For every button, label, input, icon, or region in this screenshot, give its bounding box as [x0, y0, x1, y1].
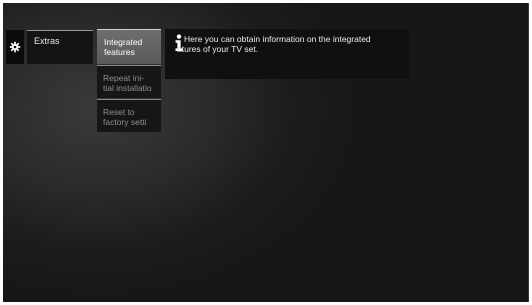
- submenu-item-integrated-features[interactable]: Integrated features: [97, 29, 161, 64]
- submenu-item-label: Reset to factory setti: [103, 107, 147, 127]
- info-text-line-2: atures of your TV set.: [177, 44, 259, 54]
- gear-icon: [9, 41, 21, 53]
- submenu-item-label: Repeat ini- tial installatio: [103, 73, 152, 93]
- info-text: Here you can obtain information on the i…: [177, 34, 403, 54]
- tv-screen: Extras Integrated features Repeat ini- t…: [3, 3, 529, 302]
- info-panel: Here you can obtain information on the i…: [165, 29, 409, 79]
- extras-submenu: Integrated features Repeat ini- tial ins…: [97, 29, 161, 133]
- settings-tile: [6, 30, 24, 64]
- menu-item-extras[interactable]: Extras: [27, 30, 93, 64]
- screen-edge: [528, 3, 529, 302]
- submenu-item-repeat-installation[interactable]: Repeat ini- tial installatio: [97, 65, 161, 98]
- submenu-item-factory-reset[interactable]: Reset to factory setti: [97, 99, 161, 132]
- submenu-item-label: Integrated features: [104, 37, 143, 57]
- menu-item-extras-label: Extras: [34, 36, 60, 46]
- info-text-line-1: Here you can obtain information on the i…: [184, 34, 371, 44]
